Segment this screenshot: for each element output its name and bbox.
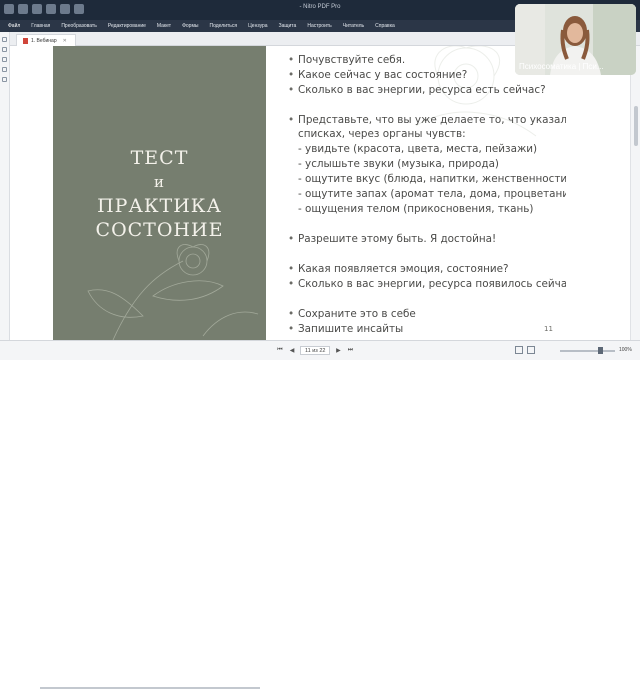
attachments-icon[interactable] [2, 67, 7, 72]
pages-icon[interactable] [2, 37, 7, 42]
bullet-line: • Представьте, что вы уже делаете то, что… [288, 114, 566, 126]
bullet-line: списках, через органы чувств: [288, 128, 466, 140]
slide-title-panel: ТЕСТ и ПРАКТИКА СОСТОНИЕ [53, 46, 266, 340]
slide-content-panel: • Почувствуйте себя. • Какое сейчас у вас с… [266, 46, 566, 340]
bullet-text: Запишите инсайты [298, 323, 404, 335]
bullet-dot: • [288, 263, 295, 275]
bullet-text: Сколько в вас энергии, ресурса появилось… [298, 278, 566, 290]
bullet-text: - услышьте звуки (музыка, природа) [298, 158, 499, 170]
slide-title: ТЕСТ и ПРАКТИКА СОСТОНИЕ [53, 146, 266, 242]
menu-item[interactable]: Читатель [343, 23, 364, 29]
menu-item[interactable]: Поделиться [209, 23, 237, 29]
document-tab[interactable]: 1. Вебинар ✕ [16, 34, 76, 46]
webcam-overlay: Психосоматика | Пси... [515, 4, 636, 75]
last-page-icon[interactable]: ⏭ [346, 347, 354, 355]
bullet-text: Представьте, что вы уже делаете то, что … [298, 114, 566, 126]
menu-item[interactable]: Преобразовать [61, 23, 97, 29]
bullet-dot: • [288, 323, 295, 335]
zoom-level: 100% [619, 347, 632, 353]
slide-title-line: ТЕСТ [130, 147, 189, 169]
menu-item[interactable]: Редактирование [108, 23, 146, 29]
next-page-icon[interactable]: ▶ [334, 347, 342, 355]
bullet-dot: • [288, 84, 295, 96]
bullet-text: списках, через органы чувств: [298, 128, 466, 140]
bullet-text: Сколько в вас энергии, ресурса есть сейч… [298, 84, 546, 96]
bullet-dot: • [288, 278, 295, 290]
prev-page-icon[interactable]: ◀ [288, 347, 296, 355]
menu-item[interactable]: Макет [157, 23, 171, 29]
bullet-text: - ощутите запах (аромат тела, дома, проц… [298, 188, 566, 200]
menu-item[interactable]: Настроить [307, 23, 331, 29]
bullet-text: - ощущения телом (прикосновения, ткань) [298, 203, 534, 215]
bullet-line: - ощутите вкус (блюда, напитки, женствен… [288, 173, 566, 185]
menu-item[interactable]: Файл [8, 23, 20, 29]
bullet-text: - ощутите вкус (блюда, напитки, женствен… [298, 173, 566, 185]
single-page-view-icon[interactable] [515, 346, 523, 354]
bullet-line: • Сохраните это в себе [288, 308, 416, 320]
first-page-icon[interactable]: ⏮ [276, 347, 284, 355]
slide-title-line: СОСТОНИЕ [95, 219, 224, 241]
bullet-text: Почувствуйте себя. [298, 54, 406, 66]
bullet-dot: • [288, 54, 295, 66]
slide-page-number: 11 [544, 325, 553, 333]
webcam-label: Психосоматика | Пси... [519, 62, 604, 71]
bullet-text: Разрешите этому быть. Я достойна! [298, 233, 497, 245]
bullet-dot: • [288, 114, 295, 126]
zoom-slider[interactable] [560, 350, 615, 352]
bookmarks-icon[interactable] [2, 47, 7, 52]
pdf-file-icon [23, 37, 28, 44]
bullet-line: • Сколько в вас энергии, ресурса появилос… [288, 278, 566, 290]
page-indicator[interactable]: 11 из 22 [300, 346, 331, 355]
bullet-line: • Какая появляется эмоция, состояние? [288, 263, 509, 275]
bullet-text: - увидьте (красота, цвета, места, пейзаж… [298, 143, 538, 155]
signatures-icon[interactable] [2, 77, 7, 82]
bullet-line: - ощутите запах (аромат тела, дома, проц… [288, 188, 566, 200]
bullet-text: Какое сейчас у вас состояние? [298, 69, 468, 81]
bullet-text: Какая появляется эмоция, состояние? [298, 263, 509, 275]
page-navigation: ⏮ ◀ 11 из 22 ▶ ⏭ [276, 346, 354, 355]
comments-icon[interactable] [2, 57, 7, 62]
close-tab-icon[interactable]: ✕ [63, 38, 67, 44]
scroll-thumb[interactable] [634, 106, 638, 146]
slide-title-line: ПРАКТИКА [97, 195, 222, 217]
vertical-scrollbar[interactable] [630, 46, 640, 340]
bullet-text: Сохраните это в себе [298, 308, 416, 320]
menu-item[interactable]: Главная [31, 23, 50, 29]
status-bar: ⏮ ◀ 11 из 22 ▶ ⏭ 100% [0, 340, 640, 689]
left-sidebar [0, 32, 10, 340]
bullet-dot: • [288, 233, 295, 245]
bullet-line: • Запишите инсайты [288, 323, 403, 335]
document-tab-label: 1. Вебинар [31, 37, 57, 44]
bullet-line: • Разрешите этому быть. Я достойна! [288, 233, 496, 245]
menu-item[interactable]: Справка [375, 23, 395, 29]
bullet-line: • Почувствуйте себя. [288, 54, 405, 66]
zoom-slider-knob[interactable] [598, 347, 603, 354]
menu-item[interactable]: Защита [279, 23, 297, 29]
bullet-line: • Сколько в вас энергии, ресурса есть сей… [288, 84, 546, 96]
menu-item[interactable]: Цензура [248, 23, 267, 29]
menu-item[interactable]: Формы [182, 23, 198, 29]
bullet-line: - ощущения телом (прикосновения, ткань) [288, 203, 534, 215]
slide-title-line: и [154, 173, 165, 191]
bullet-dot: • [288, 69, 295, 81]
bullet-line: - услышьте звуки (музыка, природа) [288, 158, 499, 170]
bullet-line: • Какое сейчас у вас состояние? [288, 69, 467, 81]
view-mode-buttons [515, 346, 535, 354]
bullet-line: - увидьте (красота, цвета, места, пейзаж… [288, 143, 537, 155]
continuous-view-icon[interactable] [527, 346, 535, 354]
bullet-dot: • [288, 308, 295, 320]
